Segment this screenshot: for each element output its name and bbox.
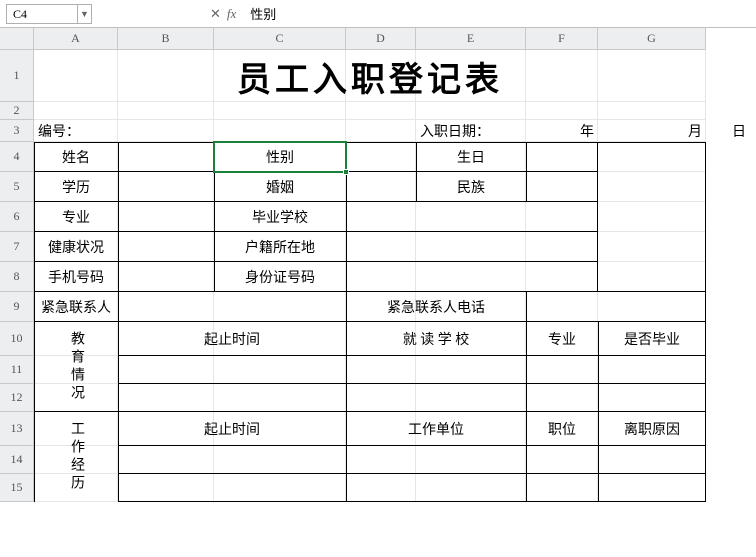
row-head-1[interactable]: 1: [0, 50, 34, 102]
label-education: 学历: [34, 172, 118, 202]
cancel-icon[interactable]: ✕: [210, 6, 221, 22]
col-head-C[interactable]: C: [214, 28, 346, 50]
col-head-D[interactable]: D: [346, 28, 416, 50]
fx-icon[interactable]: fx: [227, 6, 236, 22]
row-head-12[interactable]: 12: [0, 384, 34, 412]
row-head-11[interactable]: 11: [0, 356, 34, 384]
label-idcard: 身份证号码: [214, 262, 346, 292]
label-work-section: 工作经历: [34, 412, 118, 502]
fx-value[interactable]: 性别: [242, 4, 276, 23]
label-major: 专业: [34, 202, 118, 232]
col-head-F[interactable]: F: [526, 28, 598, 50]
label-gender: 性别: [214, 142, 346, 172]
row-head-7[interactable]: 7: [0, 232, 34, 262]
select-all-corner[interactable]: [0, 28, 34, 50]
label-emergency: 紧急联系人: [34, 292, 118, 322]
row-head-9[interactable]: 9: [0, 292, 34, 322]
label-work-unit: 工作单位: [346, 412, 526, 446]
page-title: 员工入职登记表: [34, 50, 706, 102]
label-work-time: 起止时间: [118, 412, 346, 446]
row-head-5[interactable]: 5: [0, 172, 34, 202]
row-head-6[interactable]: 6: [0, 202, 34, 232]
label-edu-school: 就 读 学 校: [346, 322, 526, 356]
label-health: 健康状况: [34, 232, 118, 262]
row-head-8[interactable]: 8: [0, 262, 34, 292]
col-head-B[interactable]: B: [118, 28, 214, 50]
col-head-G[interactable]: G: [598, 28, 706, 50]
name-box-dropdown[interactable]: ▼: [78, 4, 92, 24]
label-emergency-phone: 紧急联系人电话: [346, 292, 526, 322]
label-name: 姓名: [34, 142, 118, 172]
label-marriage: 婚姻: [214, 172, 346, 202]
row-head-10[interactable]: 10: [0, 322, 34, 356]
row-head-14[interactable]: 14: [0, 446, 34, 474]
name-box[interactable]: C4: [6, 4, 78, 24]
row-head-13[interactable]: 13: [0, 412, 34, 446]
row-head-15[interactable]: 15: [0, 474, 34, 502]
label-ruzhiriqi: 入职日期：: [416, 120, 526, 142]
formula-bar: C4 ▼ ✕ fx 性别: [0, 0, 756, 28]
label-school: 毕业学校: [214, 202, 346, 232]
label-nian: 年: [526, 120, 598, 142]
label-work-leave: 离职原因: [598, 412, 706, 446]
label-education-section: 教育情况: [34, 322, 118, 412]
row-head-3[interactable]: 3: [0, 120, 34, 142]
label-ri: 日: [706, 120, 750, 142]
col-head-A[interactable]: A: [34, 28, 118, 50]
label-edu-grad: 是否毕业: [598, 322, 706, 356]
label-work-position: 职位: [526, 412, 598, 446]
label-phone: 手机号码: [34, 262, 118, 292]
label-nation: 民族: [416, 172, 526, 202]
label-yue: 月: [598, 120, 706, 142]
label-bianhao: 编号：: [34, 120, 118, 142]
label-edu-time: 起止时间: [118, 322, 346, 356]
fx-group: ✕ fx 性别: [110, 4, 276, 23]
label-birthday: 生日: [416, 142, 526, 172]
label-huji: 户籍所在地: [214, 232, 346, 262]
name-box-wrap: C4 ▼: [0, 4, 110, 24]
sheet-area[interactable]: A B C D E F G 1 2 3 4 5 6 7 8 9 10: [0, 28, 756, 502]
label-edu-major: 专业: [526, 322, 598, 356]
col-head-E[interactable]: E: [416, 28, 526, 50]
row-head-2[interactable]: 2: [0, 102, 34, 120]
row-head-4[interactable]: 4: [0, 142, 34, 172]
